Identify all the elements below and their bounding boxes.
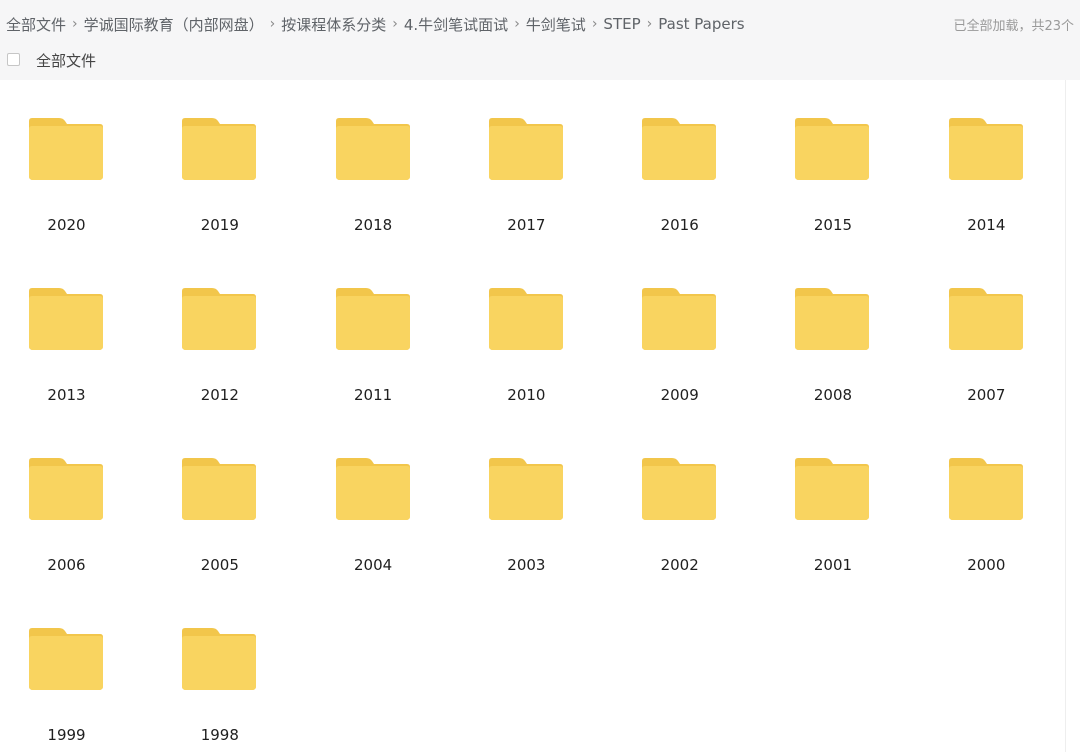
folder-item[interactable]: 2015 (766, 80, 919, 250)
folder-icon (182, 458, 257, 520)
chevron-right-icon: › (591, 16, 598, 32)
folder-icon (642, 458, 717, 520)
scrollbar[interactable] (1065, 80, 1080, 752)
folder-name: 1998 (200, 726, 239, 744)
file-grid-area: 2020 2019 2018 2017 2016 2015 2014 2013 2012 2011… (0, 80, 1066, 752)
breadcrumb-item-course-system[interactable]: 按课程体系分类 (281, 14, 386, 35)
top-bar: 全部文件 › 学诚国际教育（内部网盘） › 按课程体系分类 › 4.牛剑笔试面试… (0, 0, 1080, 44)
folder-item[interactable]: 2006 (0, 420, 153, 590)
chevron-right-icon: › (269, 16, 276, 32)
folder-icon (182, 628, 257, 690)
folder-name: 1999 (47, 726, 86, 744)
folder-icon (948, 288, 1023, 350)
folder-icon (29, 288, 103, 350)
folder-icon (335, 458, 410, 520)
breadcrumb-item-all-files[interactable]: 全部文件 (6, 14, 66, 35)
folder-name: 2018 (354, 216, 393, 234)
folder-icon (182, 288, 257, 350)
folder-icon (642, 118, 717, 180)
folder-name: 2007 (967, 386, 1006, 404)
folder-item[interactable]: 2014 (920, 80, 1066, 250)
breadcrumb-item-oxbridge-written[interactable]: 牛剑笔试 (526, 14, 586, 35)
chevron-right-icon: › (72, 16, 78, 32)
folder-name: 2010 (507, 386, 546, 404)
folder-name: 2019 (200, 216, 239, 234)
folder-item[interactable]: 2020 (0, 80, 153, 250)
breadcrumb-item-oxbridge-tests[interactable]: 4.牛剑笔试面试 (404, 14, 508, 35)
folder-item[interactable]: 2002 (613, 420, 766, 590)
folder-icon (29, 628, 103, 690)
folder-item[interactable]: 2000 (920, 420, 1066, 590)
folder-icon (642, 288, 717, 350)
select-all-checkbox[interactable] (7, 53, 20, 66)
folder-name: 2003 (507, 556, 546, 574)
folder-icon (488, 458, 563, 520)
folder-icon (795, 458, 870, 520)
folder-item[interactable]: 2003 (460, 420, 613, 590)
folder-item[interactable]: 2008 (766, 250, 919, 420)
folder-name: 2005 (200, 556, 239, 574)
folder-name: 2013 (47, 386, 86, 404)
chevron-right-icon: › (514, 16, 520, 32)
breadcrumb-item-past-papers: Past Papers (658, 15, 745, 33)
folder-name: 2011 (354, 386, 393, 404)
folder-name: 2012 (200, 386, 239, 404)
folder-name: 2001 (813, 556, 853, 574)
folder-name: 2014 (967, 216, 1006, 234)
folder-item[interactable]: 2009 (613, 250, 766, 420)
breadcrumb: 全部文件 › 学诚国际教育（内部网盘） › 按课程体系分类 › 4.牛剑笔试面试… (6, 0, 745, 48)
select-all-bar: 全部文件 (0, 44, 1080, 80)
folder-item[interactable]: 1998 (153, 590, 306, 752)
folder-icon (948, 118, 1023, 180)
folder-name: 2000 (967, 556, 1006, 574)
folder-icon (182, 118, 257, 180)
chevron-right-icon: › (646, 16, 653, 32)
folder-name: 2008 (813, 386, 853, 404)
chevron-right-icon: › (392, 16, 398, 32)
folder-item[interactable]: 2017 (460, 80, 613, 250)
breadcrumb-item-step[interactable]: STEP (603, 15, 640, 33)
load-status: 已全部加载，共23个 (953, 18, 1074, 34)
folder-item[interactable]: 2011 (307, 250, 460, 420)
folder-item[interactable]: 2016 (613, 80, 766, 250)
breadcrumb-item-internal-drive[interactable]: 学诚国际教育（内部网盘） (84, 14, 264, 35)
folder-name: 2002 (660, 556, 699, 574)
folder-item[interactable]: 2010 (460, 250, 613, 420)
folder-item[interactable]: 2005 (153, 420, 306, 590)
select-all-label: 全部文件 (36, 52, 97, 70)
folder-icon (795, 288, 870, 350)
folder-item[interactable]: 2019 (153, 80, 306, 250)
folder-name: 2004 (354, 556, 393, 574)
folder-name: 2016 (660, 216, 699, 234)
folder-item[interactable]: 1999 (0, 590, 153, 752)
folder-icon (948, 458, 1023, 520)
folder-name: 2006 (47, 556, 86, 574)
folder-icon (795, 118, 870, 180)
folder-icon (29, 458, 103, 520)
folder-icon (488, 288, 563, 350)
folder-grid: 2020 2019 2018 2017 2016 2015 2014 2013 2012 2011… (0, 80, 1066, 752)
folder-name: 2015 (813, 216, 853, 234)
folder-item[interactable]: 2001 (766, 420, 919, 590)
folder-icon (488, 118, 563, 180)
folder-name: 2009 (660, 386, 699, 404)
folder-icon (29, 118, 103, 180)
folder-icon (335, 288, 410, 350)
folder-icon (335, 118, 410, 180)
folder-item[interactable]: 2013 (0, 250, 153, 420)
folder-item[interactable]: 2012 (153, 250, 306, 420)
folder-item[interactable]: 2018 (307, 80, 460, 250)
folder-item[interactable]: 2004 (307, 420, 460, 590)
folder-name: 2017 (507, 216, 546, 234)
folder-name: 2020 (47, 216, 86, 234)
folder-item[interactable]: 2007 (920, 250, 1066, 420)
